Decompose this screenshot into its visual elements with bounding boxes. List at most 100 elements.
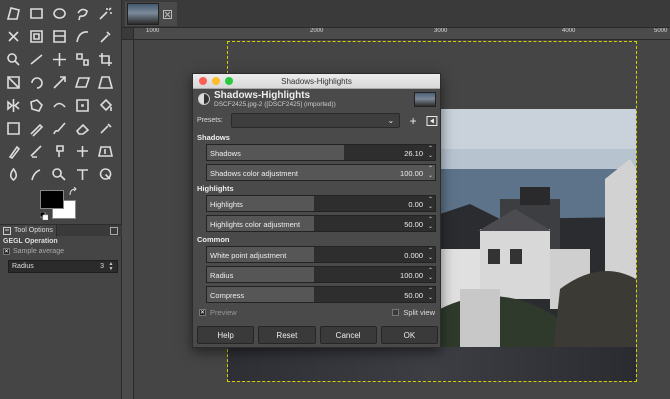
- tool-button[interactable]: [94, 48, 117, 71]
- slider-value[interactable]: 100.00: [400, 271, 423, 280]
- add-preset-icon[interactable]: +: [406, 114, 420, 128]
- tool-button[interactable]: [48, 71, 71, 94]
- ok-button[interactable]: OK: [380, 326, 438, 344]
- preview-option[interactable]: ✕ Preview: [199, 308, 237, 317]
- split-view-option[interactable]: Split view: [392, 308, 435, 317]
- foreground-color[interactable]: [40, 190, 64, 209]
- tool-button[interactable]: [2, 25, 25, 48]
- tool-button[interactable]: [2, 48, 25, 71]
- lasso-icon: [77, 8, 88, 21]
- param-slider[interactable]: Radius 100.00 ⌃ ⌄: [206, 266, 436, 283]
- radius-spin-icon[interactable]: ▲ ▼: [108, 261, 114, 272]
- tool-button[interactable]: [94, 2, 117, 25]
- spin-arrows-icon[interactable]: ⌃ ⌄: [428, 197, 433, 211]
- tool-button[interactable]: [71, 163, 94, 186]
- cage-icon: [30, 99, 43, 112]
- mypaint-brush-icon: [30, 145, 42, 158]
- help-button[interactable]: Help: [197, 326, 255, 344]
- tool-button[interactable]: [2, 163, 25, 186]
- default-colors-icon[interactable]: [40, 212, 48, 220]
- tool-button[interactable]: [94, 117, 117, 140]
- radius-option[interactable]: Radius 3 ▲ ▼: [8, 260, 118, 273]
- tool-button[interactable]: [48, 117, 71, 140]
- photo-content[interactable]: [440, 109, 636, 381]
- tool-button[interactable]: [71, 48, 94, 71]
- param-slider[interactable]: Highlights color adjustment 50.00 ⌃ ⌄: [206, 215, 436, 232]
- close-window-icon[interactable]: [199, 77, 207, 85]
- tool-button[interactable]: [71, 25, 94, 48]
- presets-dropdown[interactable]: ⌄: [230, 113, 401, 128]
- tool-button[interactable]: [94, 140, 117, 163]
- tab-tool-options[interactable]: Tool Options: [0, 224, 57, 237]
- tool-button[interactable]: [48, 48, 71, 71]
- spin-arrows-icon[interactable]: ⌃ ⌄: [428, 217, 433, 231]
- zoom-window-icon[interactable]: [225, 77, 233, 85]
- horizontal-ruler[interactable]: 1000 2000 3000 4000 5000: [134, 28, 670, 40]
- slider-value[interactable]: 0.00: [408, 200, 423, 209]
- tool-button[interactable]: [94, 163, 117, 186]
- tool-button[interactable]: [25, 117, 48, 140]
- tool-button[interactable]: [71, 94, 94, 117]
- tool-button[interactable]: [48, 2, 71, 25]
- tool-button[interactable]: [25, 25, 48, 48]
- tool-button[interactable]: [71, 117, 94, 140]
- tool-button[interactable]: [94, 25, 117, 48]
- tool-button[interactable]: [94, 94, 117, 117]
- slider-value[interactable]: 50.00: [404, 220, 423, 229]
- close-image-icon[interactable]: [163, 9, 172, 19]
- dialog-titlebar[interactable]: Shadows-Highlights: [193, 74, 440, 89]
- slider-label: Highlights: [210, 200, 243, 209]
- param-slider[interactable]: Shadows color adjustment 100.00 ⌃ ⌄: [206, 164, 436, 181]
- param-slider[interactable]: Highlights 0.00 ⌃ ⌄: [206, 195, 436, 212]
- spin-arrows-icon[interactable]: ⌃ ⌄: [428, 288, 433, 302]
- slider-value[interactable]: 50.00: [404, 291, 423, 300]
- fuzzy-select-icon: [99, 7, 112, 20]
- slider-value[interactable]: 0.000: [404, 251, 423, 260]
- reset-button[interactable]: Reset: [258, 326, 316, 344]
- tool-button[interactable]: [48, 163, 71, 186]
- slider-value[interactable]: 100.00: [400, 169, 423, 178]
- tool-button[interactable]: [25, 48, 48, 71]
- slider-value[interactable]: 26.10: [404, 149, 423, 158]
- section-shadows: Shadows: [197, 133, 230, 142]
- move-icon: [53, 53, 66, 66]
- tool-button[interactable]: [2, 71, 25, 94]
- spin-arrows-icon[interactable]: ⌃ ⌄: [428, 268, 433, 282]
- tool-button[interactable]: [25, 2, 48, 25]
- swap-colors-icon[interactable]: [68, 187, 78, 197]
- sample-average-checkbox[interactable]: ✕: [3, 248, 10, 255]
- tool-button[interactable]: [48, 94, 71, 117]
- sample-average-option[interactable]: ✕ Sample average: [3, 248, 64, 255]
- ruler-corner[interactable]: [122, 28, 134, 40]
- tool-button[interactable]: [25, 163, 48, 186]
- tool-button[interactable]: [94, 71, 117, 94]
- configure-tab-icon[interactable]: [110, 227, 118, 235]
- tool-button[interactable]: [2, 94, 25, 117]
- spin-arrows-icon[interactable]: ⌃ ⌄: [428, 248, 433, 262]
- spin-arrows-icon[interactable]: ⌃ ⌄: [428, 146, 433, 160]
- vertical-ruler[interactable]: [122, 40, 134, 399]
- tool-button[interactable]: [25, 71, 48, 94]
- tool-button[interactable]: [25, 140, 48, 163]
- tool-button[interactable]: [71, 71, 94, 94]
- tool-button[interactable]: [25, 94, 48, 117]
- tool-button[interactable]: [48, 25, 71, 48]
- cancel-button[interactable]: Cancel: [319, 326, 377, 344]
- tool-button[interactable]: [71, 140, 94, 163]
- tool-button[interactable]: [71, 2, 94, 25]
- preset-menu-icon[interactable]: [426, 115, 438, 127]
- spin-arrows-icon[interactable]: ⌃ ⌄: [428, 166, 433, 180]
- split-view-checkbox[interactable]: [392, 309, 400, 316]
- tool-button[interactable]: [48, 140, 71, 163]
- param-slider[interactable]: Shadows 26.10 ⌃ ⌄: [206, 144, 436, 161]
- flip-icon: [7, 99, 20, 112]
- tool-button[interactable]: [2, 140, 25, 163]
- tool-button[interactable]: [2, 117, 25, 140]
- image-tab[interactable]: [125, 2, 177, 26]
- preview-checkbox[interactable]: ✕: [199, 309, 206, 316]
- minimize-window-icon[interactable]: [212, 77, 220, 85]
- param-slider[interactable]: Compress 50.00 ⌃ ⌄: [206, 286, 436, 303]
- ruler-label: 1000: [146, 28, 160, 34]
- param-slider[interactable]: White point adjustment 0.000 ⌃ ⌄: [206, 246, 436, 263]
- tool-button[interactable]: [2, 2, 25, 25]
